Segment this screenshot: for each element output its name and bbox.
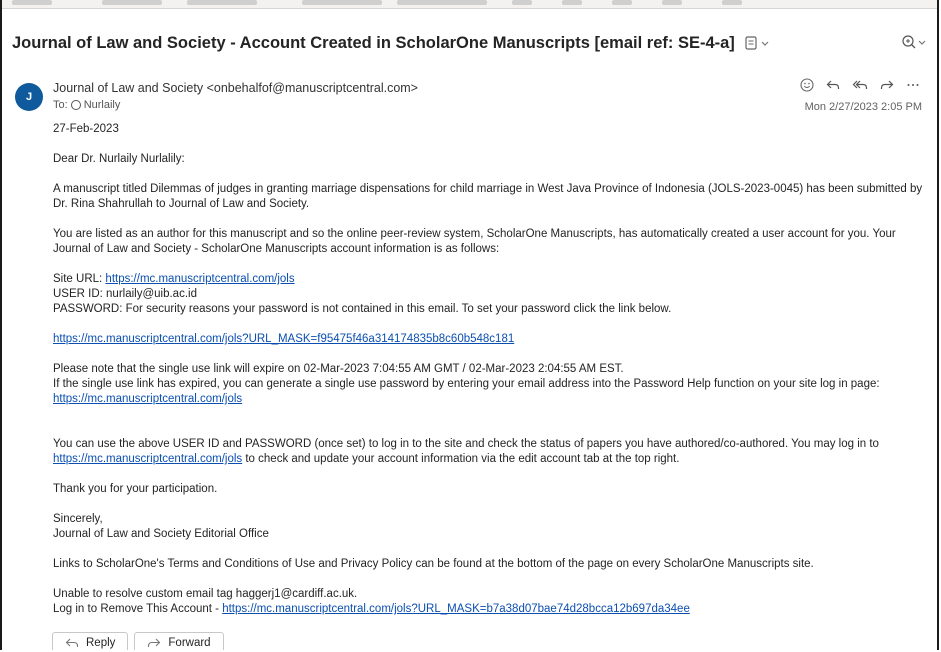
paragraph-account: You are listed as an author for this man… <box>53 228 896 255</box>
body-date: 27-Feb-2023 <box>53 123 119 135</box>
message-actions <box>800 78 920 92</box>
email-subject: Journal of Law and Society - Account Cre… <box>12 33 735 52</box>
greeting: Dear Dr. Nurlaily Nurlalily: <box>53 153 185 165</box>
more-icon[interactable] <box>906 78 920 92</box>
terms-line: Links to ScholarOne's Terms and Conditio… <box>53 558 814 570</box>
remove-account-link[interactable]: https://mc.manuscriptcentral.com/jols?UR… <box>222 603 690 615</box>
thanks-line: Thank you for your participation. <box>53 483 218 495</box>
forward-icon[interactable] <box>880 78 894 92</box>
site-url-label: Site URL: <box>53 273 106 285</box>
site-url-line: Site URL: https://mc.manuscriptcentral.c… <box>53 272 925 287</box>
recipient-line: To: Nurlaily <box>53 99 120 111</box>
password-link[interactable]: https://mc.manuscriptcentral.com/jols?UR… <box>53 333 514 345</box>
expired-line: If the single use link has expired, you … <box>53 378 880 390</box>
unable-line: Unable to resolve custom email tag hagge… <box>53 588 358 600</box>
login-link[interactable]: https://mc.manuscriptcentral.com/jols <box>53 453 242 465</box>
site-url-link[interactable]: https://mc.manuscriptcentral.com/jols <box>105 273 294 285</box>
to-label: To: <box>53 99 68 111</box>
expire-line: Please note that the single use link wil… <box>53 363 624 375</box>
reply-all-icon[interactable] <box>852 78 868 92</box>
toolbar-strip <box>2 0 937 9</box>
reply-forward-bar: Reply Forward <box>52 632 224 650</box>
presence-icon <box>70 100 81 110</box>
sincerely-line: Sincerely, <box>53 513 103 525</box>
user-id-line: USER ID: nurlaily@uib.ac.id <box>53 288 197 300</box>
reply-icon[interactable] <box>826 78 840 92</box>
login-text-2: to check and update your account informa… <box>242 453 680 465</box>
login-text-1: You can use the above USER ID and PASSWO… <box>53 438 879 450</box>
email-reading-pane: Journal of Law and Society - Account Cre… <box>0 0 939 650</box>
sender-name[interactable]: Journal of Law and Society <onbehalfof@m… <box>53 81 418 95</box>
password-line: PASSWORD: For security reasons your pass… <box>53 303 672 315</box>
recipient-name[interactable]: Nurlaily <box>84 99 121 111</box>
avatar-initial: J <box>25 91 33 103</box>
reply-button[interactable]: Reply <box>52 632 129 650</box>
zoom-icon[interactable] <box>901 34 927 50</box>
subject-row: Journal of Law and Society - Account Cre… <box>12 28 927 58</box>
paragraph-manuscript: A manuscript titled Dilemmas of judges i… <box>53 183 923 210</box>
received-date: Mon 2/27/2023 2:05 PM <box>804 101 922 113</box>
forward-button-label: Forward <box>168 637 211 649</box>
summary-icon[interactable] <box>745 35 771 51</box>
reply-button-label: Reply <box>86 637 116 649</box>
emoji-icon[interactable] <box>800 78 814 92</box>
remove-label: Log in to Remove This Account - <box>53 603 223 615</box>
office-line: Journal of Law and Society Editorial Off… <box>53 528 269 540</box>
forward-button[interactable]: Forward <box>134 632 224 650</box>
forward-button-icon <box>147 637 161 649</box>
remove-account-line: Log in to Remove This Account - https://… <box>53 602 925 617</box>
login-paragraph: You can use the above USER ID and PASSWO… <box>53 437 925 467</box>
password-help-link[interactable]: https://mc.manuscriptcentral.com/jols <box>53 393 242 405</box>
reply-button-icon <box>65 637 79 649</box>
avatar: J <box>15 83 43 111</box>
email-body: 27-Feb-2023 Dear Dr. Nurlaily Nurlalily:… <box>53 122 925 617</box>
